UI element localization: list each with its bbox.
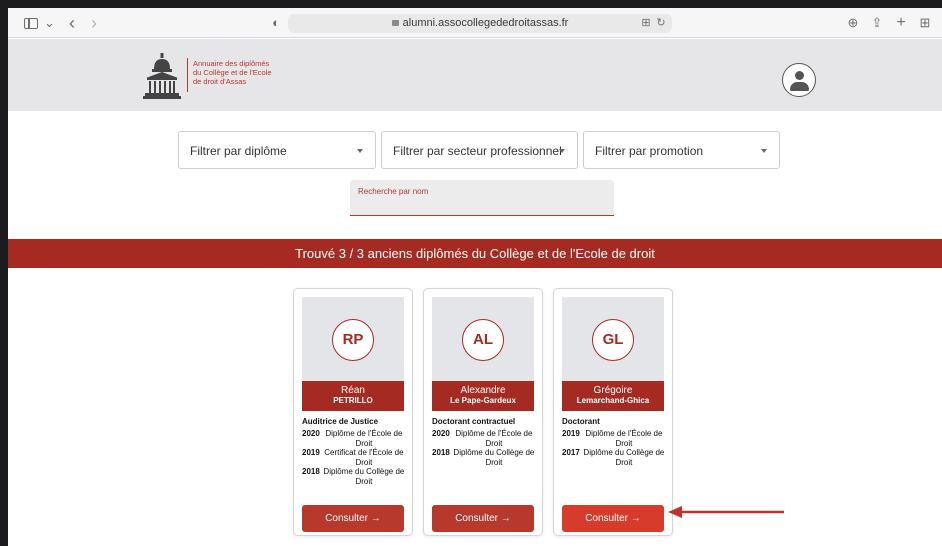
site-header: Annuaire des diplômés du Collège et de l…	[8, 39, 942, 111]
browser-toolbar: ⌄ ‹ › ◐ alumni.assocollegededroitassas.f…	[8, 8, 942, 38]
initials-badge: RP	[332, 319, 374, 361]
first-name: Grégoire	[593, 385, 633, 396]
pantheon-logo-icon[interactable]	[143, 53, 181, 99]
consulter-button[interactable]: Consulter →	[432, 505, 534, 532]
last-name: Lemarchand-Ghica	[576, 396, 650, 405]
tab-overview-icon[interactable]: ⊞	[918, 15, 932, 31]
name-band: Grégoire Lemarchand-Ghica	[562, 381, 664, 411]
consulter-button[interactable]: Consulter →	[562, 505, 664, 532]
last-name: Le Pape-Gardeux	[450, 396, 516, 405]
address-url: alumni.assocollegededroitassas.fr	[402, 17, 569, 29]
filter-promotion-select[interactable]: Filtrer par promotion	[583, 131, 780, 169]
back-button[interactable]: ‹	[66, 14, 78, 32]
list-item: 2017 Diplôme du Collège de Droit	[562, 448, 665, 467]
initials-badge: GL	[592, 319, 634, 361]
user-avatar-icon[interactable]	[782, 63, 816, 97]
logo-divider	[187, 58, 188, 92]
chevron-down-icon[interactable]: ⌄	[44, 15, 55, 31]
diploma-list: 2020 Diplôme de l'École de Droit 2018 Dipl…	[432, 429, 536, 467]
card-photo: GL	[562, 297, 664, 381]
name-band: Alexandre Le Pape-Gardeux	[432, 381, 534, 411]
first-name: Réan	[341, 385, 365, 396]
first-name: Alexandre	[460, 385, 506, 396]
diploma-list: 2019 Diplôme de l'École de Droit 2017 Dipl…	[562, 429, 666, 467]
card-photo: RP	[302, 297, 404, 381]
role-title: Auditrice de Justice	[302, 417, 379, 426]
diploma-list: 2020 Diplôme de l'École de Droit 2019 Cert…	[302, 429, 406, 486]
filter-diplome-select[interactable]: Filtrer par diplôme	[178, 131, 376, 169]
alumni-card: AL Alexandre Le Pape-Gardeux Doctorant c…	[423, 288, 543, 536]
role-title: Doctorant	[562, 417, 600, 426]
reload-icon[interactable]: ↻	[655, 15, 667, 31]
results-banner: Trouvé 3 / 3 anciens diplômés du Collège…	[8, 239, 942, 268]
last-name: PETRILLO	[333, 396, 373, 405]
search-placeholder: Recherche par nom	[358, 187, 429, 196]
address-bar[interactable]: alumni.assocollegededroitassas.fr ⊞ ↻	[288, 14, 672, 33]
name-band: Réan PETRILLO	[302, 381, 404, 411]
forward-button[interactable]: ›	[88, 14, 100, 32]
initials-badge: AL	[462, 319, 504, 361]
sidebar-toggle-icon[interactable]	[24, 18, 38, 29]
logo-text: Annuaire des diplômés du Collège et de l…	[193, 59, 272, 86]
list-item: 2019 Diplôme de l'École de Droit	[562, 429, 663, 448]
dropdown-caret-icon	[559, 149, 565, 153]
dropdown-caret-icon	[357, 149, 363, 153]
share-icon[interactable]: ⇪	[870, 15, 884, 31]
privacy-shield-icon[interactable]: ◐	[270, 15, 282, 31]
dropdown-caret-icon	[761, 149, 767, 153]
consulter-button[interactable]: Consulter →	[302, 505, 404, 532]
translate-icon[interactable]: ⊞	[640, 15, 652, 31]
search-name-input[interactable]: Recherche par nom	[350, 180, 614, 216]
alumni-card: GL Grégoire Lemarchand-Ghica Doctorant 2…	[553, 288, 673, 536]
list-item: 2018 Diplôme du Collège de Droit	[432, 448, 535, 467]
filter-secteur-select[interactable]: Filtrer par secteur professionnel	[381, 131, 578, 169]
list-item: 2020 Diplôme de l'École de Droit	[302, 429, 403, 448]
list-item: 2019 Certificat de l'École de Droit	[302, 448, 404, 467]
lock-icon	[391, 20, 399, 26]
new-tab-icon[interactable]: +	[894, 15, 908, 31]
list-item: 2018 Diplôme du Collège de Droit	[302, 467, 405, 486]
role-title: Doctorant contractuel	[432, 417, 516, 426]
card-photo: AL	[432, 297, 534, 381]
browser-window: ⌄ ‹ › ◐ alumni.assocollegededroitassas.f…	[8, 8, 942, 546]
downloads-icon[interactable]: ⊕	[846, 15, 860, 31]
alumni-card: RP Réan PETRILLO Auditrice de Justice 20…	[293, 288, 413, 536]
list-item: 2020 Diplôme de l'École de Droit	[432, 429, 533, 448]
annotation-arrow-icon	[668, 506, 784, 518]
